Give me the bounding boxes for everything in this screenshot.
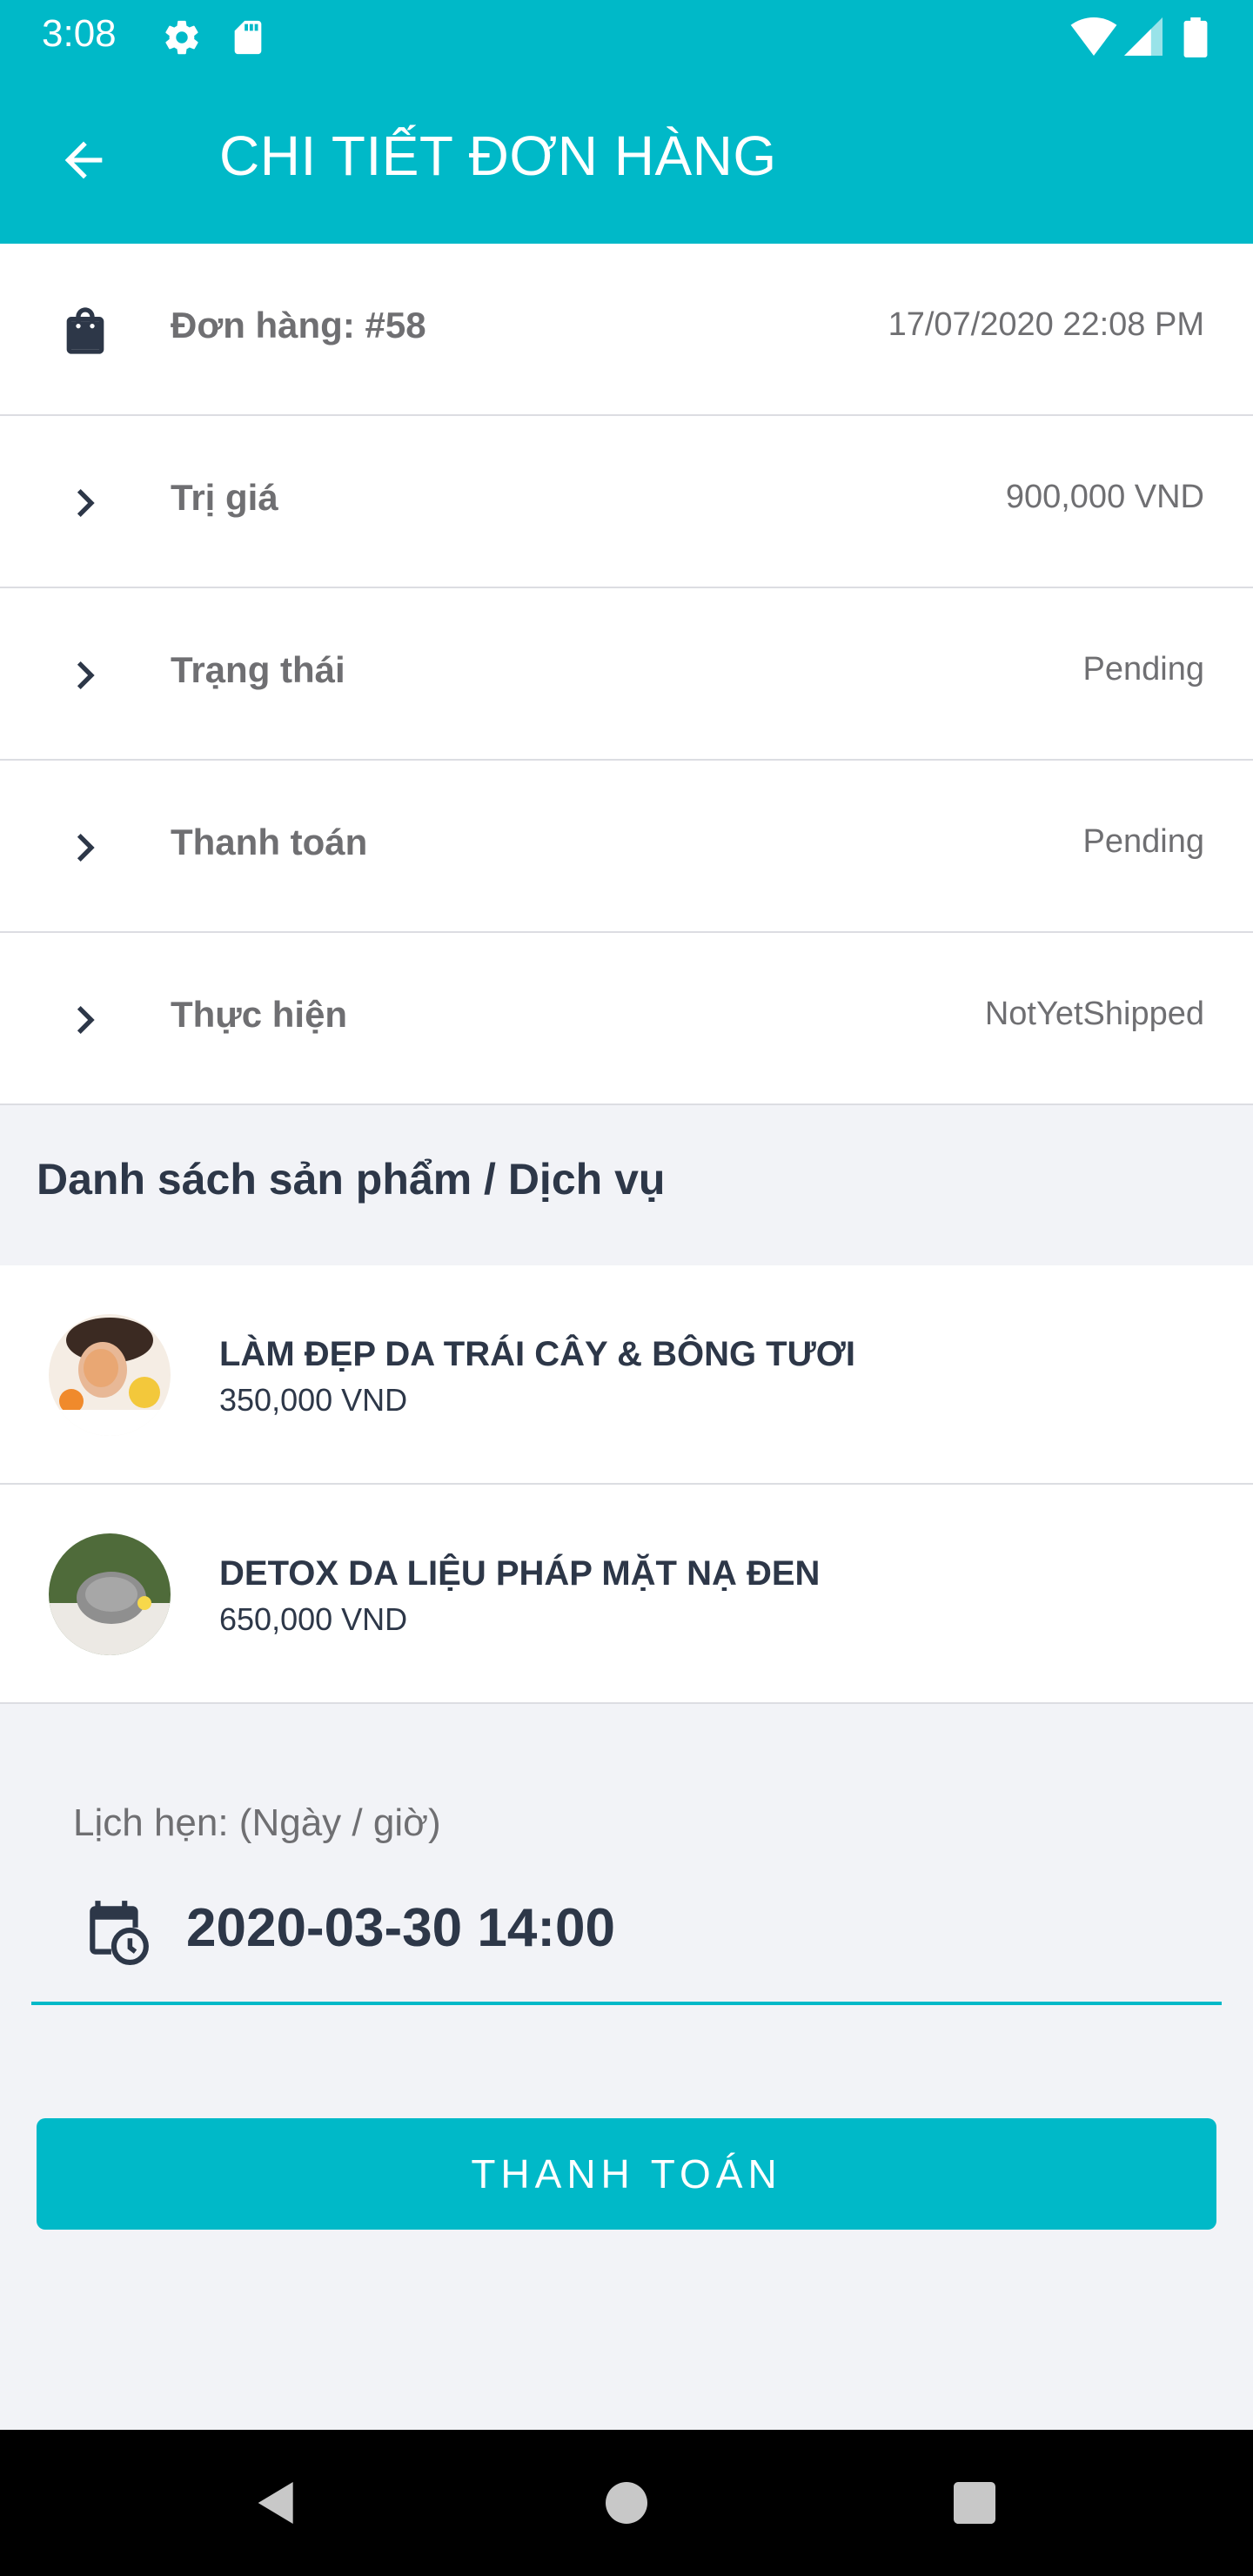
product-name: LÀM ĐẸP DA TRÁI CÂY & BÔNG TƯƠI	[219, 1335, 856, 1373]
order-date: 17/07/2020 22:08 PM	[888, 306, 1204, 343]
app-bar: CHI TIẾT ĐƠN HÀNG	[0, 73, 1253, 244]
system-nav-bar	[0, 2430, 1253, 2576]
appointment-label: Lịch hẹn: (Ngày / giờ)	[73, 1801, 441, 1844]
detail-row-payment[interactable]: Thanh toán Pending	[0, 761, 1253, 933]
status-bar: 3:08	[0, 0, 1253, 73]
nav-back-icon[interactable]	[249, 2475, 305, 2531]
nav-home-icon[interactable]	[599, 2475, 654, 2531]
pay-button[interactable]: THANH TOÁN	[37, 2118, 1216, 2230]
battery-icon	[1183, 17, 1208, 57]
wifi-icon	[1070, 17, 1117, 56]
detail-label: Thực hiện	[171, 994, 348, 1035]
product-price: 650,000 VND	[219, 1601, 408, 1637]
detail-label: Thanh toán	[171, 822, 368, 862]
shopping-bag-icon	[66, 307, 104, 354]
detail-row-fulfillment[interactable]: Thực hiện NotYetShipped	[0, 933, 1253, 1105]
product-thumbnail	[49, 1314, 171, 1436]
products-section-header: Danh sách sản phẩm / Dịch vụ	[0, 1107, 1253, 1265]
nav-recents-icon[interactable]	[947, 2475, 1002, 2531]
detail-value: NotYetShipped	[984, 996, 1204, 1032]
chevron-right-icon	[77, 834, 95, 862]
appointment-underline	[31, 2002, 1222, 2005]
order-header-row: Đơn hàng: #58 17/07/2020 22:08 PM	[0, 244, 1253, 416]
detail-label: Trị giá	[171, 477, 278, 518]
order-number: Đơn hàng: #58	[171, 305, 426, 345]
detail-label: Trạng thái	[171, 649, 345, 690]
chevron-right-icon	[77, 1006, 95, 1034]
arrow-back-icon[interactable]	[56, 132, 111, 188]
detail-value: 900,000 VND	[1005, 479, 1204, 515]
status-time: 3:08	[42, 12, 117, 55]
product-thumbnail	[49, 1533, 171, 1655]
sd-card-icon	[234, 20, 262, 55]
page-title: CHI TIẾT ĐƠN HÀNG	[219, 124, 777, 187]
product-name: DETOX DA LIỆU PHÁP MẶT NẠ ĐEN	[219, 1554, 821, 1593]
detail-row-value[interactable]: Trị giá 900,000 VND	[0, 416, 1253, 588]
product-item[interactable]: DETOX DA LIỆU PHÁP MẶT NẠ ĐEN 650,000 VN…	[0, 1485, 1253, 1704]
product-item[interactable]: LÀM ĐẸP DA TRÁI CÂY & BÔNG TƯƠI 350,000 …	[0, 1265, 1253, 1485]
detail-value: Pending	[1082, 651, 1204, 688]
settings-icon	[165, 20, 198, 55]
product-price: 350,000 VND	[219, 1382, 408, 1418]
signal-icon	[1124, 17, 1163, 56]
section-title: Danh sách sản phẩm / Dịch vụ	[37, 1155, 666, 1204]
appointment-datetime-input[interactable]: 2020-03-30 14:00	[186, 1897, 615, 1959]
calendar-clock-icon[interactable]	[84, 1895, 150, 1965]
chevron-right-icon	[77, 489, 95, 517]
detail-row-status[interactable]: Trạng thái Pending	[0, 588, 1253, 761]
chevron-right-icon	[77, 661, 95, 689]
detail-value: Pending	[1082, 823, 1204, 860]
